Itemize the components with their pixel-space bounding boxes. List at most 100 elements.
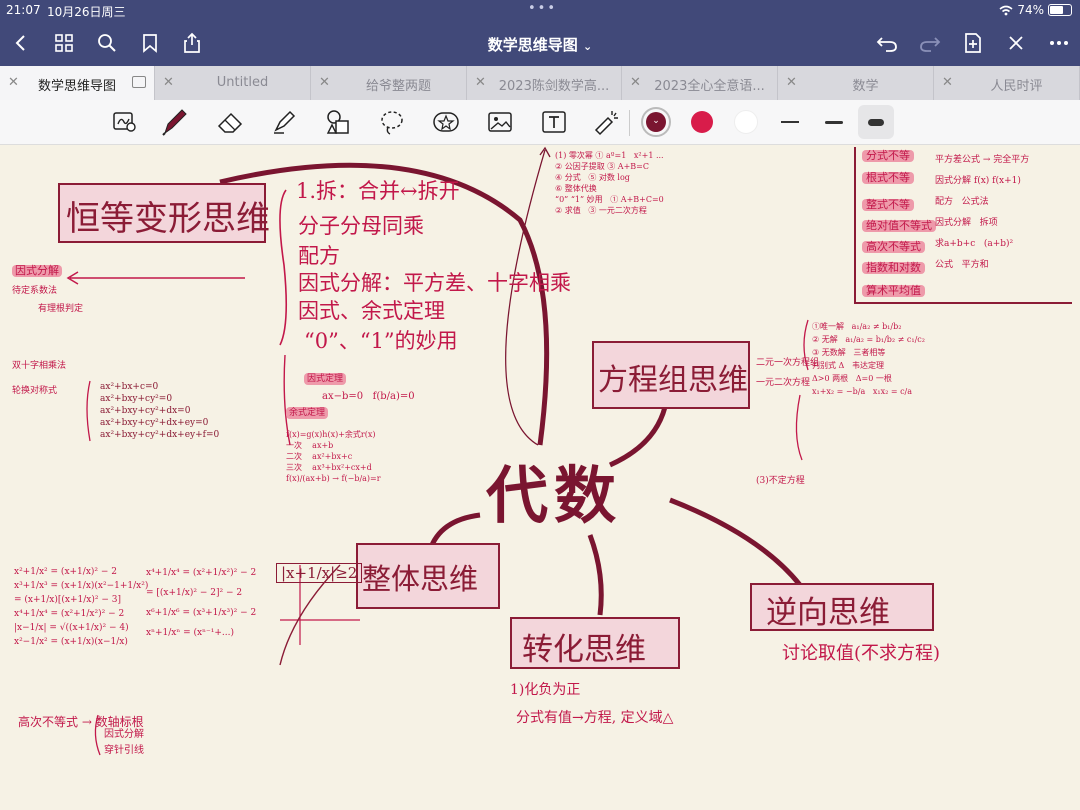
left-note-undetermined: 待定系数法	[12, 286, 58, 296]
whole-formula: |x+1/x|≥2	[276, 563, 363, 583]
close-tab-icon[interactable]: ✕	[942, 75, 953, 90]
color-swatch-white[interactable]	[730, 106, 762, 138]
identity-note-3: 配方	[298, 244, 340, 268]
equation-note-2: 一元二次方程	[756, 378, 811, 388]
tab-mindmap[interactable]: ✕ 数学思维导图	[0, 66, 155, 100]
status-date: 10月26日周三	[47, 5, 126, 19]
more-icon[interactable]	[1044, 28, 1074, 58]
equation-note-3: (3)不定方程	[756, 476, 805, 486]
bottom-left-note-1: 高次不等式 → 数轴标根	[18, 715, 144, 729]
branch-equation-label: 方程组思维	[598, 363, 748, 398]
laser-pointer-icon[interactable]	[590, 106, 622, 138]
tab-untitled[interactable]: ✕ Untitled	[155, 66, 311, 100]
redo-icon[interactable]	[915, 28, 945, 58]
arrow-upward	[505, 149, 546, 446]
text-box-icon[interactable]	[538, 106, 570, 138]
color-swatch-selected[interactable]: ⌄	[640, 106, 672, 138]
tab-math[interactable]: ✕ 数学	[778, 66, 934, 100]
battery-percent: 74%	[1017, 3, 1044, 17]
wifi-icon	[999, 5, 1013, 15]
brace-identity	[279, 189, 288, 346]
close-tab-icon[interactable]: ✕	[475, 75, 486, 90]
bottom-left-note-2: 因式分解	[104, 729, 144, 740]
right-panel-item-7: 算术平均值	[862, 285, 925, 297]
add-page-icon[interactable]	[958, 28, 988, 58]
right-panel-item-2: 根式不等	[862, 172, 914, 184]
split-view-icon[interactable]	[132, 76, 146, 88]
middle-remainder-theorem: 余式定理	[286, 407, 329, 419]
toolbar-divider	[629, 110, 630, 136]
battery-icon	[1048, 4, 1072, 16]
equation-note-1: 二元一次方程组	[756, 358, 820, 368]
stroke-thin[interactable]	[774, 106, 806, 138]
identity-note-5: 因式、余式定理	[298, 299, 445, 323]
highlighter-icon[interactable]	[268, 106, 300, 138]
transform-note-1: 1)化负为正	[510, 682, 581, 698]
sticker-icon[interactable]	[430, 106, 462, 138]
drawing-toolbar: ⌄	[0, 100, 1080, 145]
shapes-icon[interactable]	[322, 106, 354, 138]
left-note-double-cross: 双十字相乘法	[12, 361, 67, 371]
chevron-down-icon: ⌄	[583, 40, 593, 53]
close-tab-icon[interactable]: ✕	[319, 75, 330, 90]
right-panel-item-1: 分式不等	[862, 150, 914, 162]
middle-formula-1: ax−b=0 f(b/a)=0	[322, 391, 415, 402]
tab-practice[interactable]: ✕ 给爷整两题	[311, 66, 467, 100]
stroke-medium[interactable]	[818, 106, 850, 138]
equation-details: ①唯一解 a₁/a₂ ≠ b₁/b₂ ② 无解 a₁/a₂ = b₁/b₂ ≠ c…	[812, 322, 925, 396]
nav-bar: 数学思维导图 ⌄	[0, 22, 1080, 66]
identity-note-2: 分子分母同乘	[298, 214, 424, 238]
reverse-note: 讨论取值(不求方程)	[782, 643, 941, 664]
battery-indicator: 74%	[999, 3, 1072, 17]
bottom-middle-formulas: x⁴+1/x⁴ = (x²+1/x²)² − 2 = [(x+1/x)² − 2]…	[146, 568, 257, 638]
branch-transform-label: 转化思维	[522, 632, 646, 668]
pen-icon[interactable]	[158, 106, 190, 138]
connector-reverse	[669, 497, 802, 587]
identity-note-6: “0”、“1”的妙用	[304, 329, 458, 353]
close-tab-icon[interactable]: ✕	[630, 75, 641, 90]
stroke-thick-selected[interactable]	[858, 105, 894, 139]
identity-note-4: 因式分解：平方差、十字相乘	[298, 271, 571, 295]
close-tab-icon[interactable]: ✕	[8, 75, 19, 90]
eraser-icon[interactable]	[214, 106, 246, 138]
right-panel-item-3: 整式不等	[862, 199, 914, 211]
middle-formula-2: f(x)=g(x)h(x)+余式r(x) 一次 ax+b 二次 ax²+bx+c 三次…	[286, 430, 381, 483]
lasso-icon[interactable]	[376, 106, 408, 138]
left-note-rational: 有理根判定	[38, 304, 84, 314]
right-panel-notes: 平方差公式 → 完全平方 因式分解 f(x) f(x+1) 配方 公式法 因式分解 拆…	[935, 155, 1030, 270]
tab-chenjian[interactable]: ✕ 2023陈剑数学高...	[467, 66, 622, 100]
status-time: 21:07	[6, 3, 41, 17]
close-edit-icon[interactable]	[1001, 28, 1031, 58]
close-tab-icon[interactable]: ✕	[786, 75, 797, 90]
undo-icon[interactable]	[872, 28, 902, 58]
status-bar: 21:07 10月26日周三 ••• 74%	[0, 0, 1080, 22]
bottom-left-formulas: x²+1/x² = (x+1/x)² − 2 x³+1/x³ = (x+1/x)(…	[14, 567, 149, 647]
brace-equation-2	[795, 394, 803, 461]
branch-reverse-label: 逆向思维	[766, 595, 890, 631]
image-icon[interactable]	[484, 106, 516, 138]
note-canvas[interactable]: 代数 恒等变形思维 方程组思维 整体思维 转化思维 逆向思维 1.拆：合并↔拆开…	[0, 145, 1080, 810]
transform-note-2: 分式有值→方程, 定义域△	[516, 710, 674, 726]
tab-bar: ✕ 数学思维导图 ✕ Untitled ✕ 给爷整两题 ✕ 2023陈剑数学高... …	[0, 66, 1080, 100]
right-panel-item-4: 绝对值不等式	[862, 220, 936, 232]
center-topic: 代数	[486, 459, 623, 532]
tab-commentary[interactable]: ✕ 人民时评	[934, 66, 1080, 100]
arrow-left-factor	[66, 271, 245, 285]
right-panel-item-5: 高次不等式	[862, 241, 925, 253]
connector-transform	[587, 534, 604, 616]
multitask-dots[interactable]: •••	[528, 1, 557, 16]
zoom-window-icon[interactable]	[109, 106, 141, 138]
chevron-down-icon: ⌄	[646, 112, 666, 132]
branch-whole-label: 整体思维	[362, 562, 479, 596]
right-panel-item-6: 指数和对数	[862, 262, 925, 274]
tab-chinese[interactable]: ✕ 2023全心全意语...	[622, 66, 778, 100]
color-swatch-red[interactable]	[686, 106, 718, 138]
brace-left	[86, 380, 91, 442]
middle-factor-theorem: 因式定理	[304, 373, 347, 385]
left-note-factor: 因式分解	[12, 265, 62, 277]
close-tab-icon[interactable]: ✕	[163, 75, 174, 90]
bottom-left-note-3: 穿针引线	[104, 745, 144, 756]
identity-note-1: 1.拆：合并↔拆开	[296, 179, 460, 203]
branch-identity-label: 恒等变形思维	[66, 199, 270, 239]
top-middle-notes: (1) 零次幂 ① aº=1 x²+1 ... ② 公因子提取 ③ A+B=C ④ …	[555, 151, 664, 215]
